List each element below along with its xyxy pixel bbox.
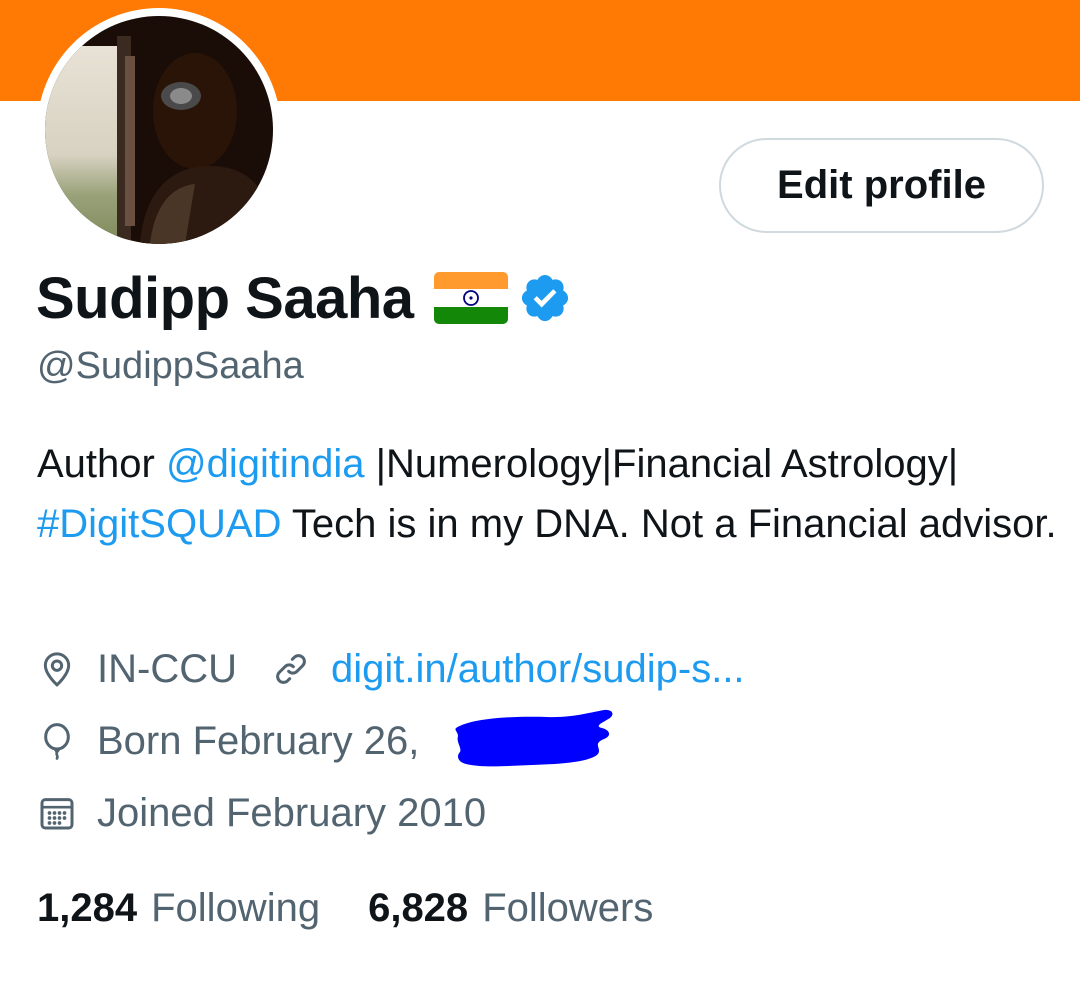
bio-hashtag-link[interactable]: #DigitSQUAD xyxy=(37,502,282,546)
followers-count: 6,828 xyxy=(368,885,469,930)
bio-text: Author xyxy=(37,442,166,486)
location-pin-icon xyxy=(43,652,71,687)
followers-label: Followers xyxy=(482,885,654,930)
edit-profile-button[interactable]: Edit profile xyxy=(719,138,1044,233)
profile-bio: Author @digitindia |Numerology|Financial… xyxy=(37,434,1057,554)
bio-text: |Numerology|Financial Astrology| xyxy=(364,442,959,486)
meta-joined-row: Joined February 2010 xyxy=(37,788,486,838)
website-link[interactable]: digit.in/author/sudip-s... xyxy=(331,647,745,692)
following-label: Following xyxy=(151,885,321,930)
following-link[interactable]: 1,284 Following xyxy=(37,886,320,931)
bio-mention-link[interactable]: @digitindia xyxy=(166,442,365,486)
calendar-icon xyxy=(40,798,74,830)
redaction-scribble xyxy=(455,709,613,767)
location-text: IN-CCU xyxy=(97,646,237,691)
birthday-text: Born February 26, xyxy=(97,718,420,763)
verified-badge-icon[interactable] xyxy=(518,271,572,325)
follow-stats: 1,284 Following 6,828 Followers xyxy=(37,882,653,934)
name-row: Sudipp Saaha xyxy=(36,262,572,334)
meta-location-website-row: IN-CCU digit.in/author/sudip-s... xyxy=(37,644,745,694)
following-count: 1,284 xyxy=(37,885,138,930)
balloon-icon xyxy=(44,723,70,760)
link-icon xyxy=(276,654,306,684)
joined-text: Joined February 2010 xyxy=(97,790,487,835)
bio-text: Tech is in my DNA. Not a Financial advis… xyxy=(281,502,1057,546)
display-name: Sudipp Saaha xyxy=(36,265,414,331)
meta-birthday-row: Born February 26, xyxy=(37,716,419,766)
profile-handle: @SudippSaaha xyxy=(37,345,304,387)
avatar[interactable] xyxy=(45,16,273,244)
india-flag-icon xyxy=(433,272,508,324)
followers-link[interactable]: 6,828 Followers xyxy=(368,886,653,931)
